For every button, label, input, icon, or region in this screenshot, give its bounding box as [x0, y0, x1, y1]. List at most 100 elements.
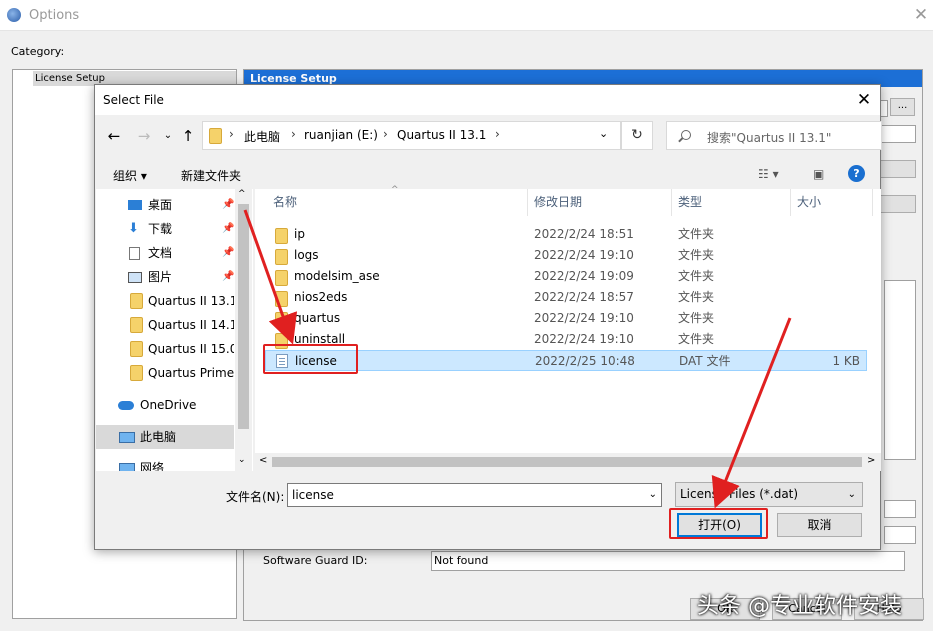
column-type[interactable]: 类型	[678, 189, 702, 216]
field-4[interactable]	[884, 526, 916, 544]
file-date: 2022/2/24 18:51	[534, 227, 634, 241]
address-bar[interactable]: › 此电脑 › ruanjian (E:) › Quartus II 13.1 …	[202, 121, 621, 150]
filename-label: 文件名(N):	[226, 490, 285, 504]
nav-label: Quartus II 15.0	[148, 342, 234, 356]
file-type: 文件夹	[678, 248, 715, 262]
software-guard-value: Not found	[431, 551, 905, 571]
filter-dropdown-icon[interactable]: ⌄	[848, 483, 856, 506]
options-title: Options	[29, 8, 80, 23]
pin-icon[interactable]: 📌	[222, 217, 234, 241]
column-size[interactable]: 大小	[797, 189, 821, 216]
up-arrow-icon[interactable]: ↑	[179, 127, 197, 145]
pin-icon[interactable]: 📌	[222, 265, 234, 289]
organize-button[interactable]: 组织 ▾	[113, 167, 147, 184]
options-close-icon[interactable]: ✕	[910, 4, 932, 26]
file-type-filter[interactable]: License Files (*.dat) ⌄	[675, 482, 863, 507]
license-file-field[interactable]	[880, 100, 888, 117]
scroll-left-icon[interactable]: <	[259, 455, 267, 466]
preview-pane-icon[interactable]: ▣	[813, 167, 824, 181]
column-name[interactable]: 名称	[273, 189, 297, 216]
nav-scroll-thumb[interactable]	[238, 204, 249, 429]
nav-item-quartus-15[interactable]: Quartus II 15.0	[96, 337, 234, 361]
nav-label: 此电脑	[140, 430, 177, 444]
software-guard-label: Software Guard ID:	[263, 554, 368, 567]
folder-icon	[130, 317, 143, 333]
file-row-nios2eds[interactable]: nios2eds 2022/2/24 18:57 文件夹	[265, 287, 867, 308]
filename-dropdown-icon[interactable]: ⌄	[649, 484, 657, 506]
dialog-close-icon[interactable]: ✕	[852, 89, 876, 111]
breadcrumb-this-pc[interactable]: 此电脑	[244, 128, 280, 145]
nav-item-desktop[interactable]: 桌面 📌	[96, 193, 234, 217]
back-arrow-icon[interactable]: ←	[105, 127, 123, 145]
scroll-down-icon[interactable]: ⌄	[238, 455, 246, 465]
navigation-pane[interactable]: 桌面 📌 ⬇ 下载 📌 文档 📌 图片 📌 Quartus II 13.1 Qu…	[96, 189, 253, 471]
scroll-right-icon[interactable]: >	[867, 455, 875, 466]
onedrive-icon	[118, 401, 134, 410]
view-options-icon[interactable]: ☷ ▾	[758, 167, 779, 181]
breadcrumb-drive[interactable]: ruanjian (E:)	[304, 128, 378, 142]
file-hscrollbar[interactable]: < >	[255, 453, 881, 471]
file-name: logs	[294, 248, 319, 262]
cancel-button[interactable]: 取消	[777, 513, 862, 537]
details-list[interactable]	[884, 280, 916, 460]
file-size: 1 KB	[832, 354, 860, 368]
filename-input[interactable]: license ⌄	[287, 483, 662, 507]
file-row-quartus[interactable]: quartus 2022/2/24 19:10 文件夹	[265, 308, 867, 329]
pin-icon[interactable]: 📌	[222, 193, 234, 217]
nav-item-onedrive[interactable]: OneDrive	[96, 393, 234, 417]
field-3[interactable]	[884, 500, 916, 518]
nav-item-pictures[interactable]: 图片 📌	[96, 265, 234, 289]
sort-caret-icon: ^	[391, 185, 399, 195]
pin-icon[interactable]: 📌	[222, 241, 234, 265]
desktop-icon	[128, 200, 142, 210]
column-date[interactable]: 修改日期	[534, 189, 582, 216]
nav-item-downloads[interactable]: ⬇ 下载 📌	[96, 217, 234, 241]
folder-icon	[275, 270, 288, 286]
folder-icon	[275, 312, 288, 328]
nav-label: OneDrive	[140, 398, 197, 412]
file-row-ip[interactable]: ip 2022/2/24 18:51 文件夹	[265, 224, 867, 245]
file-type: 文件夹	[678, 290, 715, 304]
browse-button[interactable]: ...	[890, 98, 915, 116]
new-folder-button[interactable]: 新建文件夹	[181, 167, 241, 184]
column-divider[interactable]	[527, 189, 528, 216]
column-divider[interactable]	[872, 189, 873, 216]
nav-label: 文档	[148, 246, 173, 260]
breadcrumb-folder[interactable]: Quartus II 13.1	[397, 128, 486, 142]
recent-chevron-icon[interactable]: ⌄	[159, 127, 177, 145]
address-sep-icon[interactable]: ›	[383, 127, 388, 141]
column-divider[interactable]	[790, 189, 791, 216]
nav-item-network[interactable]: 网络	[96, 456, 234, 471]
nav-item-quartus-13[interactable]: Quartus II 13.1	[96, 289, 234, 313]
filename-value: license	[292, 488, 334, 502]
nav-item-this-pc[interactable]: 此电脑	[96, 425, 234, 449]
file-date: 2022/2/24 19:10	[534, 248, 634, 262]
folder-icon	[275, 249, 288, 265]
column-divider[interactable]	[671, 189, 672, 216]
hscroll-thumb[interactable]	[272, 457, 862, 467]
field-2[interactable]	[880, 125, 916, 143]
address-sep-icon[interactable]: ›	[291, 127, 296, 141]
refresh-icon[interactable]: ↻	[621, 121, 653, 150]
nav-label: 图片	[148, 270, 173, 284]
nav-item-quartus-14[interactable]: Quartus II 14.1	[96, 313, 234, 337]
options-titlebar: Options ✕	[0, 0, 933, 31]
address-sep-icon[interactable]: ›	[495, 127, 500, 141]
nav-item-quartus-prime[interactable]: Quartus Prime	[96, 361, 234, 385]
side-button-2[interactable]	[880, 195, 916, 213]
watermark: 头条 @专业软件安装	[697, 594, 902, 619]
nav-item-documents[interactable]: 文档 📌	[96, 241, 234, 265]
file-type: 文件夹	[678, 332, 715, 346]
nav-scrollbar[interactable]: ^ ⌄	[235, 189, 252, 471]
search-box[interactable]: 搜索"Quartus II 13.1"	[666, 121, 882, 150]
file-type: 文件夹	[678, 269, 715, 283]
file-list[interactable]: 名称 ^ 修改日期 类型 大小 ip 2022/2/24 18:51 文件夹 l…	[255, 185, 881, 471]
file-row-logs[interactable]: logs 2022/2/24 19:10 文件夹	[265, 245, 867, 266]
address-dropdown-icon[interactable]: ⌄	[599, 127, 608, 140]
address-sep-icon[interactable]: ›	[229, 127, 234, 141]
file-row-modelsim[interactable]: modelsim_ase 2022/2/24 19:09 文件夹	[265, 266, 867, 287]
help-icon[interactable]: ?	[848, 165, 865, 182]
side-button-1[interactable]	[880, 160, 916, 178]
forward-arrow-icon[interactable]: →	[135, 127, 153, 145]
scroll-up-icon[interactable]: ^	[238, 189, 246, 199]
